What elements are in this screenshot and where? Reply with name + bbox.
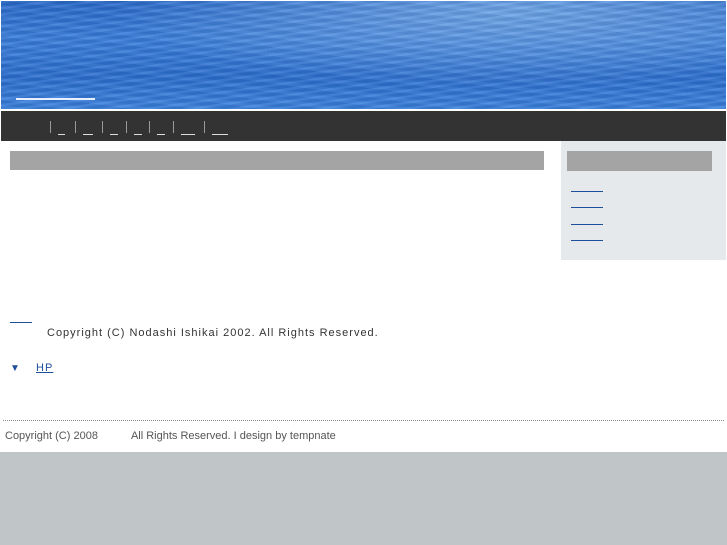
nav-item-4[interactable] bbox=[126, 121, 142, 135]
footer-copyright: Copyright (C) 2008 All Rights Reserved. I… bbox=[5, 430, 336, 442]
sidebar-heading-bar bbox=[567, 151, 712, 171]
nav-item-3[interactable] bbox=[102, 121, 118, 135]
page: Copyright (C) Nodashi Ishikai 2002. All … bbox=[0, 0, 727, 452]
nav-item-label bbox=[83, 134, 93, 135]
nav-item-2[interactable] bbox=[75, 121, 93, 135]
nav-item-label bbox=[134, 134, 142, 135]
main-heading-bar bbox=[10, 151, 544, 170]
nav-bar bbox=[1, 111, 726, 141]
content-link[interactable] bbox=[10, 322, 32, 323]
sidebar-link-3[interactable] bbox=[571, 224, 603, 225]
nav-item-label bbox=[181, 134, 195, 135]
site-title-link[interactable] bbox=[16, 98, 95, 100]
nav-item-label bbox=[212, 134, 228, 135]
nav-item-5[interactable] bbox=[149, 121, 165, 135]
sidebar-link-2[interactable] bbox=[571, 207, 603, 208]
nav-item-label bbox=[58, 134, 65, 135]
footer-copyright-right: All Rights Reserved. I design by tempnat… bbox=[130, 430, 336, 442]
sidebar-link-1[interactable] bbox=[571, 191, 603, 192]
footer-copyright-left: Copyright (C) 2008 bbox=[5, 430, 98, 442]
triangle-down-icon: ▼ bbox=[10, 363, 21, 374]
nav-item-6[interactable] bbox=[173, 121, 195, 135]
sidebar-link-4[interactable] bbox=[571, 240, 603, 241]
header-banner bbox=[1, 1, 726, 109]
nav-item-1[interactable] bbox=[50, 121, 65, 135]
sidebar bbox=[561, 141, 726, 260]
hp-link[interactable]: ▼ HP bbox=[10, 362, 53, 374]
content-copyright: Copyright (C) Nodashi Ishikai 2002. All … bbox=[47, 327, 379, 339]
footer-divider bbox=[3, 420, 724, 421]
nav-item-7[interactable] bbox=[204, 121, 228, 135]
nav-item-label bbox=[157, 134, 165, 135]
nav-item-label bbox=[110, 134, 118, 135]
hp-link-label: HP bbox=[36, 362, 54, 374]
